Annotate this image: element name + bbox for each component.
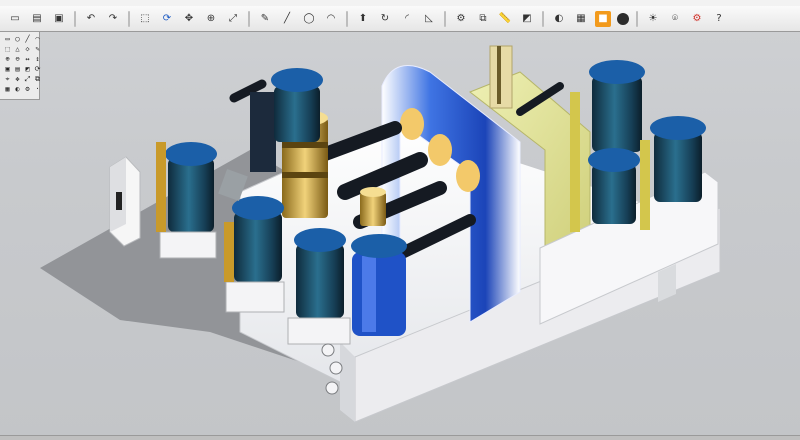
render-icon[interactable]: ◐	[551, 11, 567, 27]
status-bar	[0, 435, 800, 440]
palette-tool-icon[interactable]: ↔	[23, 55, 32, 64]
chamfer-icon[interactable]: ◺	[421, 11, 437, 27]
palette-tool-icon[interactable]: ⬚	[3, 45, 12, 54]
palette-tool-icon[interactable]: ⊖	[13, 55, 22, 64]
sketch-icon[interactable]: ✎	[257, 11, 273, 27]
assembly-icon[interactable]: ⚙	[453, 11, 469, 27]
toolbar-separator	[128, 10, 130, 27]
camera-icon[interactable]: ⌾	[667, 11, 683, 27]
measure-icon[interactable]: 📏	[497, 11, 513, 27]
cad-application-window: ▭ ▤ ▣ ↶ ↷ ⬚ ⟳ ✥ ⊕ ⤢ ✎ ╱ ◯ ◠ ⬆ ↻ ◜ ◺ ⚙ ⧉ 📏 ◩ ◐ ▦ ■ ☀ ⌾ ⚙?	[0, 0, 800, 440]
toolbar-separator	[248, 10, 250, 27]
palette-tool-icon[interactable]: ▭	[3, 35, 12, 44]
palette-tool-icon[interactable]: ⤢	[23, 75, 32, 84]
palette-tool-icon[interactable]: ⧉	[33, 75, 42, 84]
redo-icon[interactable]: ↷	[105, 11, 121, 27]
palette-tool-icon[interactable]: △	[13, 45, 22, 54]
palette-tool-icon[interactable]: ⊕	[3, 55, 12, 64]
mate-icon[interactable]: ⧉	[475, 11, 491, 27]
material-icon[interactable]: ▦	[573, 11, 589, 27]
extrude-icon[interactable]: ⬆	[355, 11, 371, 27]
fillet-icon[interactable]: ◜	[399, 11, 415, 27]
open-file-icon[interactable]: ▤	[29, 11, 45, 27]
palette-tool-icon[interactable]: ◇	[23, 45, 32, 54]
palette-tool-icon[interactable]: ·	[33, 85, 42, 94]
toolbar-separator	[74, 10, 76, 27]
palette-tool-icon[interactable]: ◐	[13, 85, 22, 94]
options-icon[interactable]: ⚙	[689, 11, 705, 27]
lights-icon[interactable]: ☀	[645, 11, 661, 27]
brass-fitting-2	[360, 187, 386, 226]
zoom-fit-icon[interactable]: ⤢	[225, 11, 241, 27]
main-toolbar: ▭ ▤ ▣ ↶ ↷ ⬚ ⟳ ✥ ⊕ ⤢ ✎ ╱ ◯ ◠ ⬆ ↻ ◜ ◺ ⚙ ⧉ 📏 ◩ ◐ ▦ ■ ☀ ⌾ ⚙?	[0, 6, 800, 32]
left-enclosure-box	[109, 156, 141, 247]
palette-tool-icon[interactable]: ◠	[33, 35, 42, 44]
valve-unit-front-blue	[351, 234, 407, 336]
palette-tool-icon[interactable]: ▤	[13, 65, 22, 74]
palette-tool-icon[interactable]: ✥	[13, 75, 22, 84]
display-style-icon[interactable]	[617, 12, 629, 25]
save-icon[interactable]: ▣	[51, 11, 67, 27]
pan-icon[interactable]: ✥	[181, 11, 197, 27]
help-icon[interactable]: ?	[711, 11, 727, 27]
palette-tool-icon[interactable]: ✎	[33, 45, 42, 54]
3d-viewport[interactable]	[0, 32, 800, 440]
rotate-view-icon[interactable]: ⟳	[159, 11, 175, 27]
zoom-icon[interactable]: ⊕	[203, 11, 219, 27]
shaded-icon[interactable]: ■	[595, 10, 611, 27]
palette-tool-icon[interactable]: ▦	[3, 85, 12, 94]
palette-tool-icon[interactable]: ▣	[3, 65, 12, 74]
palette-tool-icon[interactable]: ⌖	[3, 75, 12, 84]
toolbar-separator	[542, 10, 544, 27]
palette-tool-icon[interactable]: ◩	[23, 65, 32, 74]
palette-tool-icon[interactable]: ⟳	[33, 65, 42, 74]
tool-palette: ▭ ◯ ╱ ◠ ⬚ △ ◇ ✎ ⊕ ⊖ ↔ ↕ ▣ ▤ ◩ ⟳ ⌖ ✥ ⤢ ⧉ ▦ ◐ ⚙ ·	[0, 32, 40, 100]
select-icon[interactable]: ⬚	[137, 11, 153, 27]
valve-unit-center	[287, 228, 351, 345]
palette-tool-icon[interactable]: ↕	[33, 55, 42, 64]
arc-icon[interactable]: ◠	[323, 11, 339, 27]
valve-unit-left-1	[156, 142, 217, 259]
new-file-icon[interactable]: ▭	[7, 11, 23, 27]
valve-unit-right-2	[588, 148, 640, 224]
toolbar-separator	[444, 10, 446, 27]
line-icon[interactable]: ╱	[279, 11, 295, 27]
circle-icon[interactable]: ◯	[301, 11, 317, 27]
toolbar-separator	[636, 10, 638, 27]
revolve-icon[interactable]: ↻	[377, 11, 393, 27]
undo-icon[interactable]: ↶	[83, 11, 99, 27]
toolbar-separator	[346, 10, 348, 27]
model-canvas[interactable]	[0, 32, 800, 440]
palette-tool-icon[interactable]: ◯	[13, 35, 22, 44]
palette-tool-icon[interactable]: ⚙	[23, 85, 32, 94]
section-view-icon[interactable]: ◩	[519, 11, 535, 27]
palette-tool-icon[interactable]: ╱	[23, 35, 32, 44]
